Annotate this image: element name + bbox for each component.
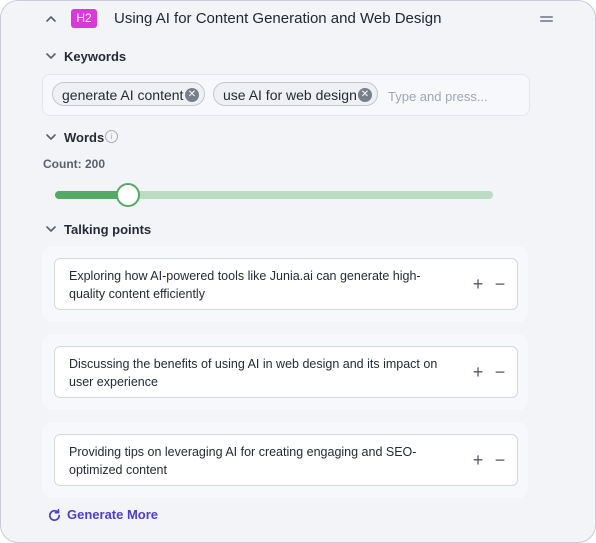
keyword-input[interactable] <box>386 85 520 107</box>
talking-point-card: Providing tips on leveraging AI for crea… <box>42 422 528 498</box>
refresh-icon <box>47 508 62 523</box>
info-icon[interactable]: i <box>105 130 118 143</box>
talking-point-item[interactable]: Providing tips on leveraging AI for crea… <box>54 434 518 486</box>
talking-point-card: Discussing the benefits of using AI in w… <box>42 334 528 410</box>
add-icon[interactable]: + <box>468 450 488 470</box>
chevron-down-icon[interactable] <box>43 221 59 237</box>
remove-keyword-icon[interactable]: ✕ <box>358 88 372 102</box>
section-panel: H2 Using AI for Content Generation and W… <box>0 0 596 543</box>
keyword-chip: generate AI content ✕ <box>52 82 205 106</box>
word-count: Count: 200 <box>43 157 106 171</box>
remove-keyword-icon[interactable]: ✕ <box>185 88 199 102</box>
talking-point-text[interactable]: Discussing the benefits of using AI in w… <box>69 355 439 391</box>
talking-point-item[interactable]: Discussing the benefits of using AI in w… <box>54 346 518 398</box>
keyword-chip: use AI for web design ✕ <box>213 82 378 106</box>
section-header: H2 Using AI for Content Generation and W… <box>1 1 595 37</box>
remove-icon[interactable]: − <box>490 274 510 294</box>
talking-points-label[interactable]: Talking points <box>64 222 151 237</box>
keywords-field[interactable]: generate AI content ✕ use AI for web des… <box>42 74 530 116</box>
words-label[interactable]: Words <box>64 130 104 145</box>
heading-level-badge[interactable]: H2 <box>71 9 97 28</box>
add-icon[interactable]: + <box>468 362 488 382</box>
talking-point-card: Exploring how AI-powered tools like Juni… <box>42 246 528 322</box>
keyword-chip-label: use AI for web design <box>223 87 357 103</box>
add-icon[interactable]: + <box>468 274 488 294</box>
keyword-chip-label: generate AI content <box>62 87 184 103</box>
remove-icon[interactable]: − <box>490 450 510 470</box>
chevron-down-icon[interactable] <box>43 129 59 145</box>
talking-point-text[interactable]: Exploring how AI-powered tools like Juni… <box>69 267 439 303</box>
talking-point-item[interactable]: Exploring how AI-powered tools like Juni… <box>54 258 518 310</box>
chevron-down-icon[interactable] <box>43 48 59 64</box>
chevron-up-icon[interactable] <box>43 11 59 27</box>
generate-more-label: Generate More <box>67 507 159 522</box>
talking-point-text[interactable]: Providing tips on leveraging AI for crea… <box>69 443 439 479</box>
remove-icon[interactable]: − <box>490 362 510 382</box>
keywords-label[interactable]: Keywords <box>64 49 126 64</box>
slider-thumb[interactable] <box>116 183 141 207</box>
word-count-slider[interactable] <box>55 183 493 207</box>
drag-handle-icon[interactable] <box>540 16 553 22</box>
section-title[interactable]: Using AI for Content Generation and Web … <box>114 10 441 27</box>
